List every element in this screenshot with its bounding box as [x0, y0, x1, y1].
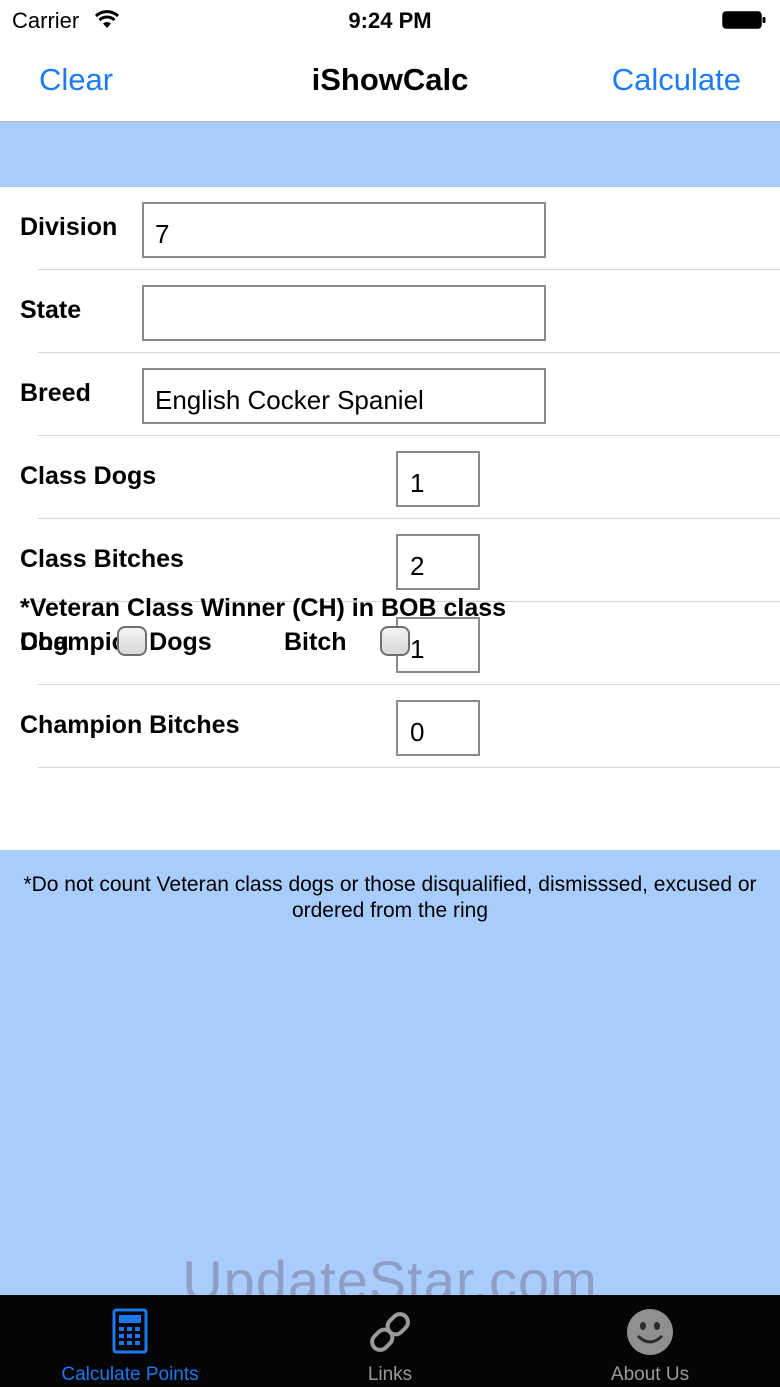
tab-about-us[interactable]: About Us — [520, 1295, 780, 1387]
veteran-dog-label: Dog — [20, 628, 69, 656]
tab-links[interactable]: Links — [260, 1295, 520, 1387]
tab-label: Calculate Points — [61, 1364, 199, 1385]
class-bitches-label: Class Bitches — [20, 545, 184, 573]
veteran-bitch-checkbox[interactable] — [380, 626, 410, 656]
status-bar: Carrier 9:24 PM — [0, 0, 780, 40]
state-field[interactable] — [142, 285, 546, 341]
champion-bitches-field[interactable]: 0 — [396, 700, 480, 756]
row-divider — [38, 767, 780, 768]
battery-icon — [722, 11, 766, 29]
status-time: 9:24 PM — [348, 8, 432, 33]
veteran-dog-checkbox[interactable] — [117, 626, 147, 656]
veteran-note: *Do not count Veteran class dogs or thos… — [23, 873, 757, 922]
division-row: Division 7 — [0, 187, 780, 270]
navigation-bar: Clear iShowCalc Calculate — [0, 40, 780, 122]
class-dogs-field[interactable]: 1 — [396, 451, 480, 507]
breed-field[interactable]: English Cocker Spaniel — [142, 368, 546, 424]
champion-bitches-label: Champion Bitches — [20, 711, 240, 739]
class-dogs-label: Class Dogs — [20, 462, 157, 490]
calculate-button[interactable]: Calculate — [612, 62, 741, 98]
breed-label: Breed — [20, 379, 91, 407]
state-label: State — [20, 296, 82, 324]
class-dogs-row: Class Dogs 1 — [0, 436, 780, 519]
champion-bitches-row: Champion Bitches 0 — [0, 685, 780, 768]
calculator-icon — [112, 1308, 148, 1354]
tab-label: About Us — [610, 1364, 690, 1385]
class-bitches-field[interactable]: 2 — [396, 534, 480, 590]
tab-label: Links — [367, 1364, 413, 1385]
veteran-title: *Veteran Class Winner (CH) in BOB class — [20, 594, 507, 622]
veteran-bitch-label: Bitch — [284, 628, 347, 656]
tab-bar: Calculate Points Links About Us — [0, 1295, 780, 1387]
chain-link-icon — [370, 1312, 410, 1352]
breed-row: Breed English Cocker Spaniel — [0, 353, 780, 436]
division-label: Division — [20, 213, 118, 241]
division-field[interactable]: 7 — [142, 202, 546, 258]
points-form: Division 7 State Breed English Cocker Sp… — [0, 187, 780, 850]
state-row: State — [0, 270, 780, 353]
smiley-face-icon — [627, 1309, 673, 1355]
tab-calculate-points[interactable]: Calculate Points — [0, 1295, 260, 1387]
class-bitches-row: Class Bitches 2 — [0, 519, 780, 602]
